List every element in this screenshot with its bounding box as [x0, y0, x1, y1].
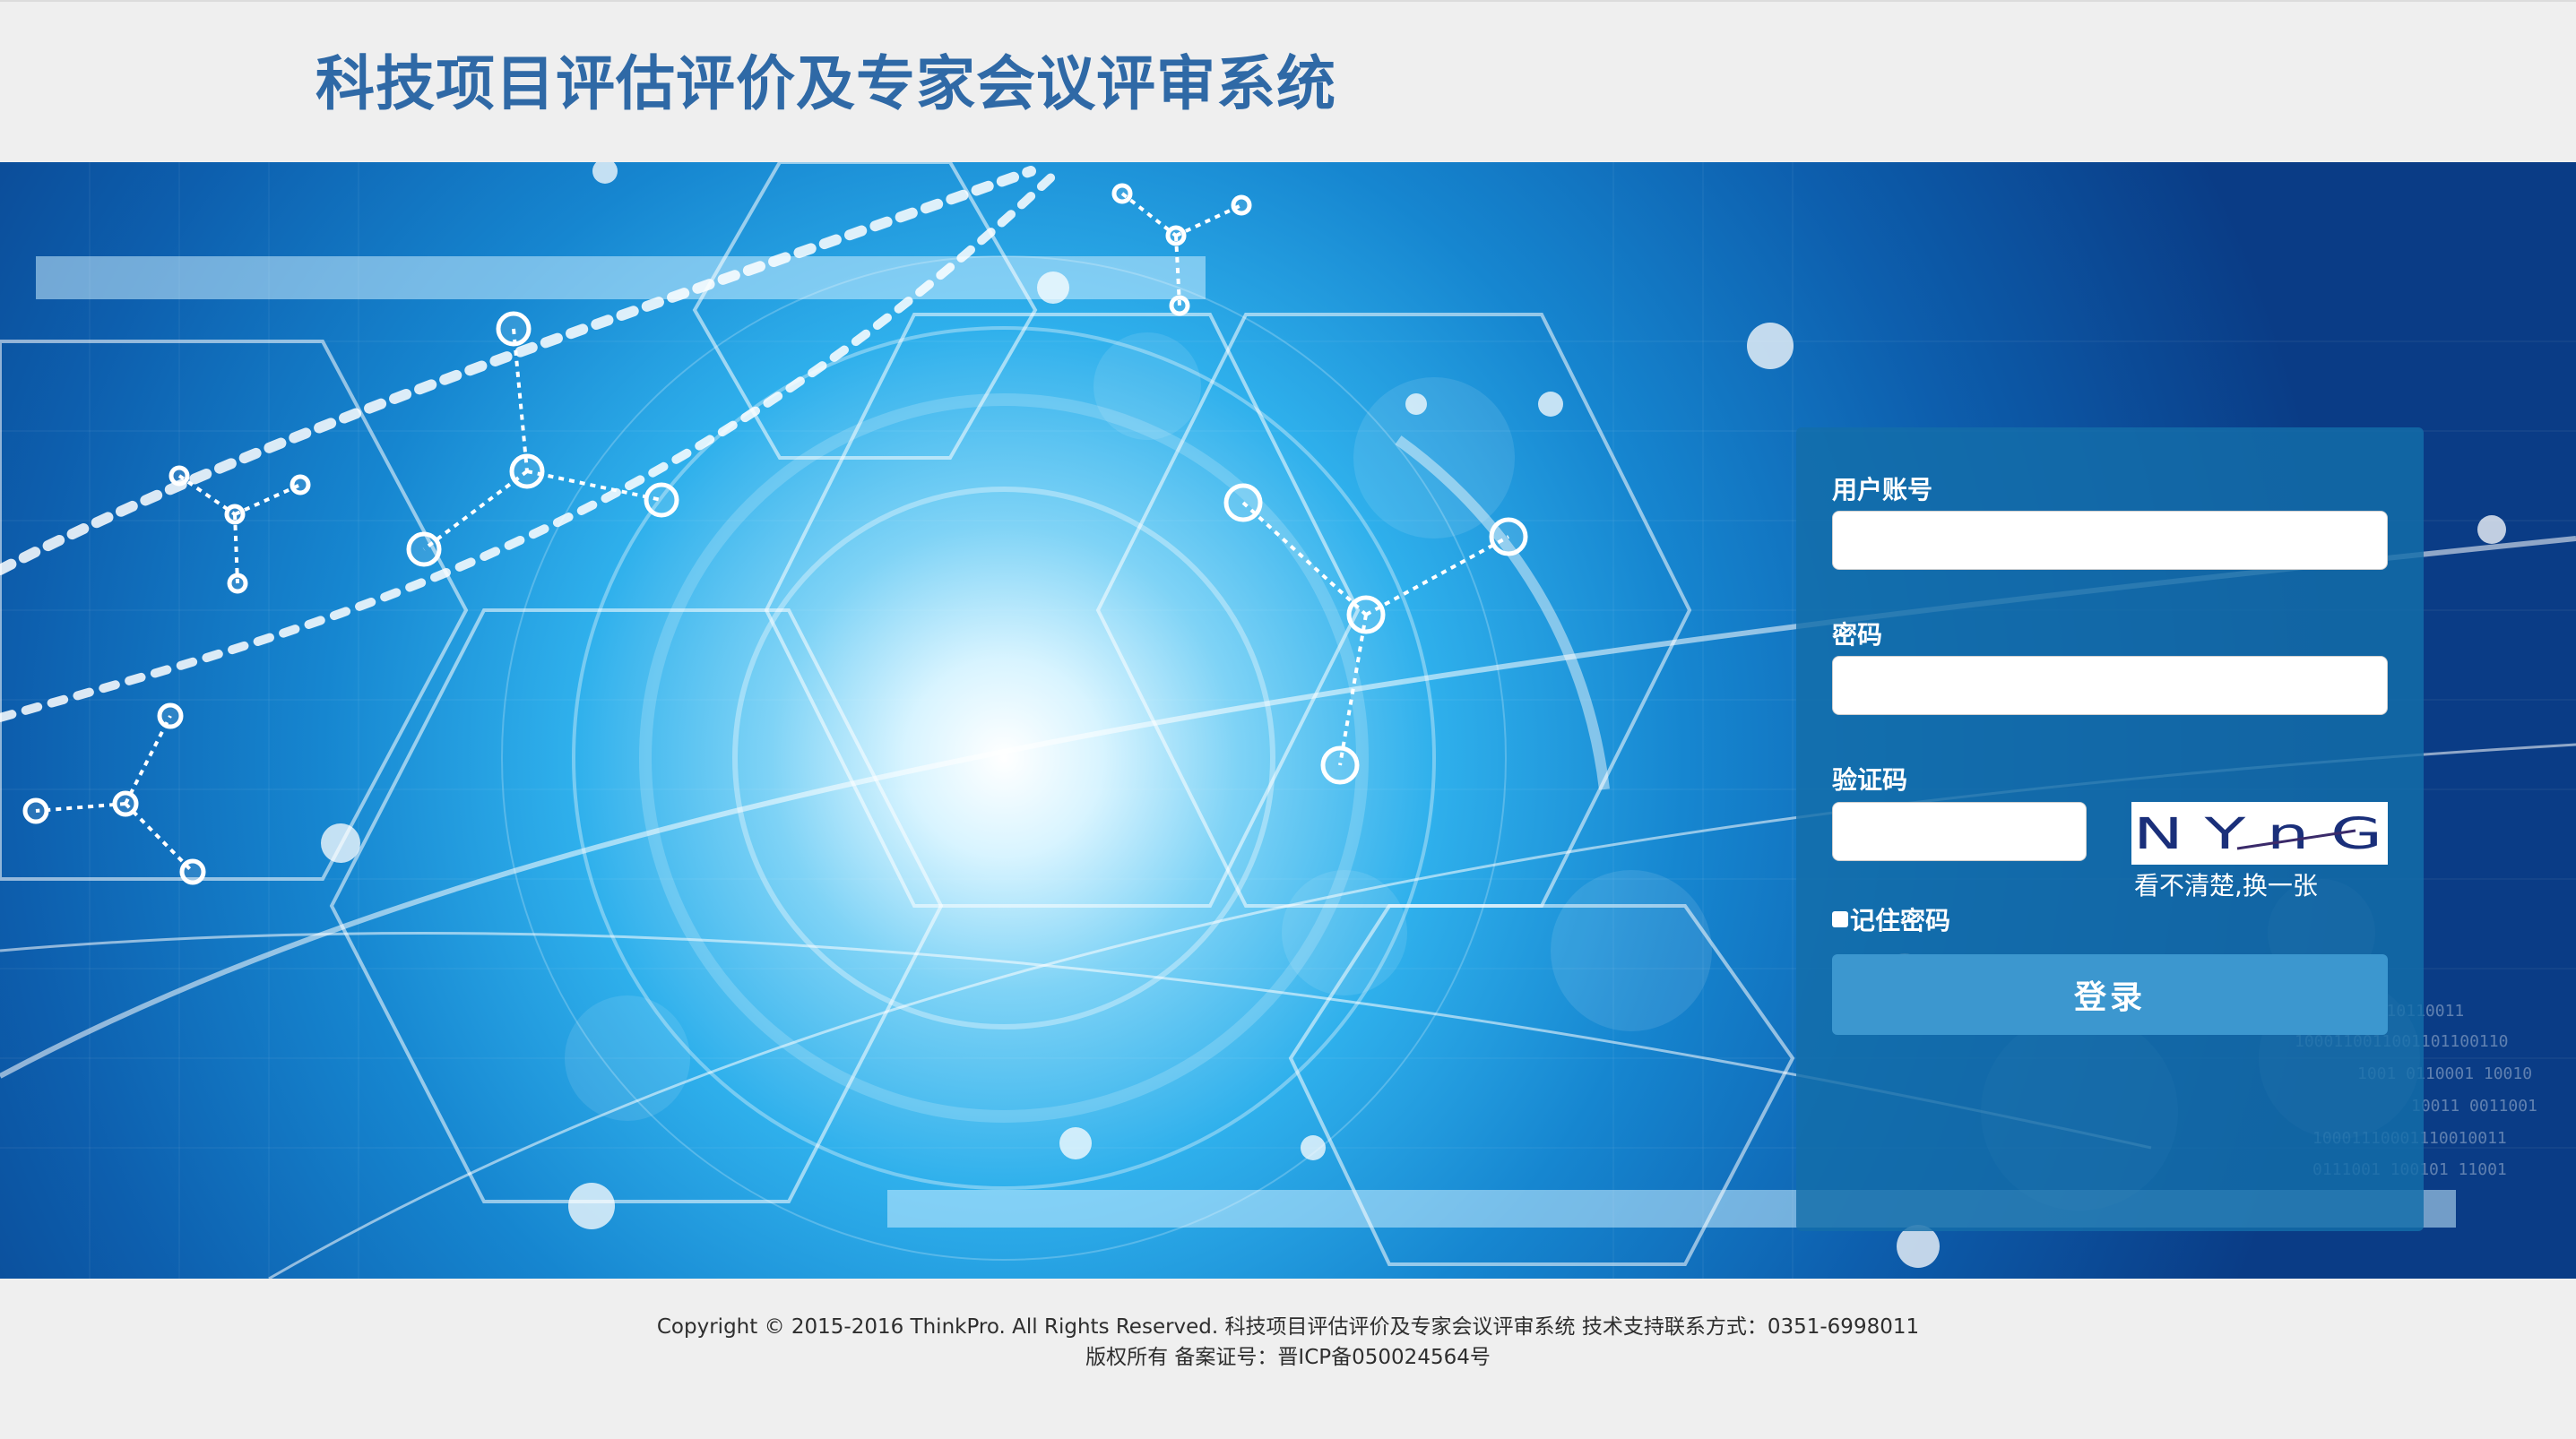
captcha-image[interactable]: N Y n G: [2131, 802, 2388, 865]
username-label: 用户账号: [1832, 475, 1933, 504]
remember-me-label: 记住密码: [1850, 906, 1951, 935]
page-footer: Copyright © 2015-2016 ThinkPro. All Righ…: [0, 1279, 2576, 1439]
captcha-graphic: N Y n G: [2133, 809, 2382, 859]
captcha-label: 验证码: [1832, 765, 1908, 795]
password-label: 密码: [1832, 620, 1883, 650]
captcha-refresh-link[interactable]: 看不清楚,换一张: [2134, 866, 2318, 902]
login-panel: 用户账号 密码 验证码 N Y n G 看不清楚,换一张 记住密码 登录: [1796, 427, 2424, 1231]
copyright-text: Copyright © 2015-2016 ThinkPro. All Righ…: [656, 1315, 1920, 1339]
page-header: 科技项目评估评价及专家会议评审系统: [0, 0, 2576, 162]
hero-banner: 10011011100100110110011 1000110011001101…: [0, 162, 2576, 1279]
captcha-input[interactable]: [1832, 802, 2087, 861]
username-input[interactable]: [1832, 511, 2388, 570]
svg-text:10011 0011001: 10011 0011001: [2411, 1097, 2537, 1116]
login-button[interactable]: 登录: [1832, 954, 2388, 1035]
remember-me-checkbox[interactable]: [1832, 911, 1848, 927]
site-title: 科技项目评估评价及专家会议评审系统: [316, 49, 1336, 118]
remember-me-row[interactable]: 记住密码: [1832, 904, 1950, 935]
captcha-text: N Y n G: [2133, 809, 2382, 859]
password-input[interactable]: [1832, 656, 2388, 715]
icp-record-text: 版权所有 备案证号：晋ICP备050024564号: [1085, 1346, 1491, 1369]
